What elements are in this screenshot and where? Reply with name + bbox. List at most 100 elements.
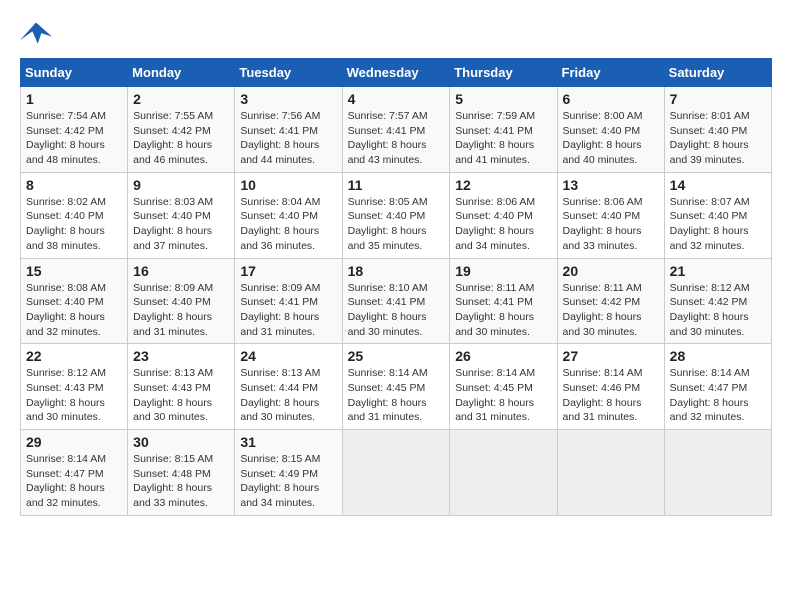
calendar-cell — [342, 430, 450, 516]
day-number: 1 — [26, 91, 122, 107]
calendar-cell: 16 Sunrise: 8:09 AMSunset: 4:40 PMDaylig… — [128, 258, 235, 344]
day-info: Sunrise: 8:05 AMSunset: 4:40 PMDaylight:… — [348, 195, 445, 254]
day-info: Sunrise: 8:14 AMSunset: 4:47 PMDaylight:… — [670, 366, 766, 425]
dow-header-monday: Monday — [128, 59, 235, 87]
day-info: Sunrise: 8:11 AMSunset: 4:41 PMDaylight:… — [455, 281, 551, 340]
day-info: Sunrise: 8:14 AMSunset: 4:45 PMDaylight:… — [455, 366, 551, 425]
day-info: Sunrise: 8:15 AMSunset: 4:49 PMDaylight:… — [240, 452, 336, 511]
day-number: 27 — [563, 348, 659, 364]
day-number: 10 — [240, 177, 336, 193]
day-number: 21 — [670, 263, 766, 279]
day-info: Sunrise: 8:14 AMSunset: 4:46 PMDaylight:… — [563, 366, 659, 425]
day-info: Sunrise: 8:12 AMSunset: 4:43 PMDaylight:… — [26, 366, 122, 425]
calendar-week-3: 15 Sunrise: 8:08 AMSunset: 4:40 PMDaylig… — [21, 258, 772, 344]
calendar-cell: 30 Sunrise: 8:15 AMSunset: 4:48 PMDaylig… — [128, 430, 235, 516]
day-number: 30 — [133, 434, 229, 450]
calendar-cell: 26 Sunrise: 8:14 AMSunset: 4:45 PMDaylig… — [450, 344, 557, 430]
day-info: Sunrise: 8:00 AMSunset: 4:40 PMDaylight:… — [563, 109, 659, 168]
day-number: 20 — [563, 263, 659, 279]
day-number: 14 — [670, 177, 766, 193]
calendar-cell: 29 Sunrise: 8:14 AMSunset: 4:47 PMDaylig… — [21, 430, 128, 516]
day-number: 12 — [455, 177, 551, 193]
day-number: 29 — [26, 434, 122, 450]
calendar-cell: 10 Sunrise: 8:04 AMSunset: 4:40 PMDaylig… — [235, 172, 342, 258]
day-number: 7 — [670, 91, 766, 107]
day-number: 18 — [348, 263, 445, 279]
day-info: Sunrise: 8:10 AMSunset: 4:41 PMDaylight:… — [348, 281, 445, 340]
calendar-table: SundayMondayTuesdayWednesdayThursdayFrid… — [20, 58, 772, 516]
calendar-cell: 31 Sunrise: 8:15 AMSunset: 4:49 PMDaylig… — [235, 430, 342, 516]
calendar-cell: 5 Sunrise: 7:59 AMSunset: 4:41 PMDayligh… — [450, 87, 557, 173]
calendar-week-4: 22 Sunrise: 8:12 AMSunset: 4:43 PMDaylig… — [21, 344, 772, 430]
day-number: 23 — [133, 348, 229, 364]
day-info: Sunrise: 7:57 AMSunset: 4:41 PMDaylight:… — [348, 109, 445, 168]
day-info: Sunrise: 8:09 AMSunset: 4:41 PMDaylight:… — [240, 281, 336, 340]
calendar-cell: 22 Sunrise: 8:12 AMSunset: 4:43 PMDaylig… — [21, 344, 128, 430]
day-info: Sunrise: 8:07 AMSunset: 4:40 PMDaylight:… — [670, 195, 766, 254]
day-info: Sunrise: 7:56 AMSunset: 4:41 PMDaylight:… — [240, 109, 336, 168]
calendar-cell: 25 Sunrise: 8:14 AMSunset: 4:45 PMDaylig… — [342, 344, 450, 430]
day-number: 31 — [240, 434, 336, 450]
day-number: 28 — [670, 348, 766, 364]
calendar-week-5: 29 Sunrise: 8:14 AMSunset: 4:47 PMDaylig… — [21, 430, 772, 516]
day-info: Sunrise: 8:06 AMSunset: 4:40 PMDaylight:… — [563, 195, 659, 254]
logo — [20, 20, 56, 48]
calendar-cell: 6 Sunrise: 8:00 AMSunset: 4:40 PMDayligh… — [557, 87, 664, 173]
calendar-cell: 21 Sunrise: 8:12 AMSunset: 4:42 PMDaylig… — [664, 258, 771, 344]
calendar-cell — [557, 430, 664, 516]
calendar-cell: 7 Sunrise: 8:01 AMSunset: 4:40 PMDayligh… — [664, 87, 771, 173]
day-number: 13 — [563, 177, 659, 193]
calendar-cell: 4 Sunrise: 7:57 AMSunset: 4:41 PMDayligh… — [342, 87, 450, 173]
page-header — [20, 20, 772, 48]
day-info: Sunrise: 8:01 AMSunset: 4:40 PMDaylight:… — [670, 109, 766, 168]
day-info: Sunrise: 7:55 AMSunset: 4:42 PMDaylight:… — [133, 109, 229, 168]
calendar-cell: 18 Sunrise: 8:10 AMSunset: 4:41 PMDaylig… — [342, 258, 450, 344]
calendar-cell: 9 Sunrise: 8:03 AMSunset: 4:40 PMDayligh… — [128, 172, 235, 258]
calendar-cell: 12 Sunrise: 8:06 AMSunset: 4:40 PMDaylig… — [450, 172, 557, 258]
calendar-week-2: 8 Sunrise: 8:02 AMSunset: 4:40 PMDayligh… — [21, 172, 772, 258]
day-info: Sunrise: 8:14 AMSunset: 4:47 PMDaylight:… — [26, 452, 122, 511]
calendar-cell: 17 Sunrise: 8:09 AMSunset: 4:41 PMDaylig… — [235, 258, 342, 344]
logo-icon — [20, 20, 52, 48]
day-number: 4 — [348, 91, 445, 107]
day-number: 2 — [133, 91, 229, 107]
day-number: 24 — [240, 348, 336, 364]
calendar-cell: 20 Sunrise: 8:11 AMSunset: 4:42 PMDaylig… — [557, 258, 664, 344]
day-number: 6 — [563, 91, 659, 107]
dow-header-sunday: Sunday — [21, 59, 128, 87]
day-number: 26 — [455, 348, 551, 364]
day-info: Sunrise: 8:04 AMSunset: 4:40 PMDaylight:… — [240, 195, 336, 254]
day-info: Sunrise: 8:13 AMSunset: 4:44 PMDaylight:… — [240, 366, 336, 425]
day-number: 25 — [348, 348, 445, 364]
day-info: Sunrise: 8:13 AMSunset: 4:43 PMDaylight:… — [133, 366, 229, 425]
day-info: Sunrise: 8:06 AMSunset: 4:40 PMDaylight:… — [455, 195, 551, 254]
day-number: 5 — [455, 91, 551, 107]
calendar-cell: 8 Sunrise: 8:02 AMSunset: 4:40 PMDayligh… — [21, 172, 128, 258]
day-number: 17 — [240, 263, 336, 279]
calendar-cell: 13 Sunrise: 8:06 AMSunset: 4:40 PMDaylig… — [557, 172, 664, 258]
dow-header-thursday: Thursday — [450, 59, 557, 87]
calendar-cell: 28 Sunrise: 8:14 AMSunset: 4:47 PMDaylig… — [664, 344, 771, 430]
calendar-cell: 23 Sunrise: 8:13 AMSunset: 4:43 PMDaylig… — [128, 344, 235, 430]
calendar-cell: 2 Sunrise: 7:55 AMSunset: 4:42 PMDayligh… — [128, 87, 235, 173]
calendar-cell: 11 Sunrise: 8:05 AMSunset: 4:40 PMDaylig… — [342, 172, 450, 258]
day-number: 9 — [133, 177, 229, 193]
day-number: 22 — [26, 348, 122, 364]
day-number: 15 — [26, 263, 122, 279]
day-number: 11 — [348, 177, 445, 193]
day-info: Sunrise: 8:15 AMSunset: 4:48 PMDaylight:… — [133, 452, 229, 511]
day-number: 3 — [240, 91, 336, 107]
calendar-cell: 1 Sunrise: 7:54 AMSunset: 4:42 PMDayligh… — [21, 87, 128, 173]
calendar-cell: 24 Sunrise: 8:13 AMSunset: 4:44 PMDaylig… — [235, 344, 342, 430]
dow-header-saturday: Saturday — [664, 59, 771, 87]
dow-header-friday: Friday — [557, 59, 664, 87]
calendar-cell: 3 Sunrise: 7:56 AMSunset: 4:41 PMDayligh… — [235, 87, 342, 173]
day-info: Sunrise: 7:54 AMSunset: 4:42 PMDaylight:… — [26, 109, 122, 168]
day-info: Sunrise: 8:12 AMSunset: 4:42 PMDaylight:… — [670, 281, 766, 340]
dow-header-wednesday: Wednesday — [342, 59, 450, 87]
day-info: Sunrise: 7:59 AMSunset: 4:41 PMDaylight:… — [455, 109, 551, 168]
day-number: 16 — [133, 263, 229, 279]
calendar-cell — [664, 430, 771, 516]
calendar-cell: 27 Sunrise: 8:14 AMSunset: 4:46 PMDaylig… — [557, 344, 664, 430]
day-info: Sunrise: 8:09 AMSunset: 4:40 PMDaylight:… — [133, 281, 229, 340]
